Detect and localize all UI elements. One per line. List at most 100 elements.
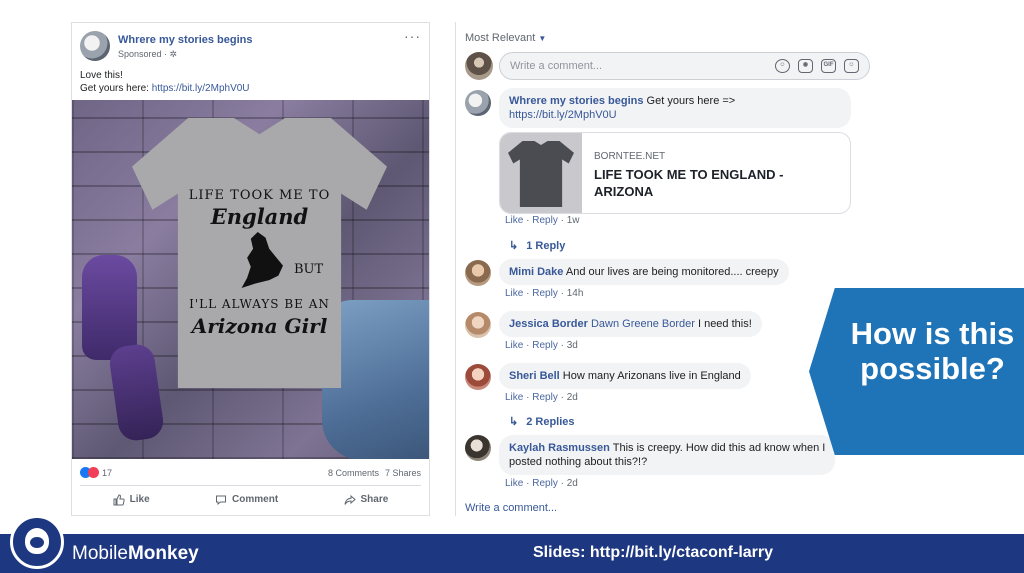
comment-bubble: Jessica Border Dawn Greene Border I need… <box>499 311 762 337</box>
page-name[interactable]: Whrere my stories begins <box>118 34 253 46</box>
like-label: Like <box>129 494 150 505</box>
comment-reply-link[interactable]: Reply <box>532 340 558 351</box>
comment-input-placeholder[interactable]: Write a comment... <box>510 60 602 72</box>
comment-time: 3d <box>566 340 578 351</box>
engagement-counts: 8 Comments 7 Shares <box>328 468 421 478</box>
comment-time: 2d <box>566 392 578 403</box>
link-preview-card[interactable]: BORNTEE.NET LIFE TOOK ME TO ENGLAND - AR… <box>499 132 851 214</box>
commenter-avatar[interactable] <box>465 90 491 116</box>
callout-arrow: How is this possible? <box>809 288 1024 455</box>
view-replies-link[interactable]: ↳ 1 Reply <box>509 239 565 252</box>
comment-like-link[interactable]: Like <box>505 215 523 226</box>
sneaker-image <box>107 342 166 443</box>
like-button[interactable]: Like <box>113 493 150 506</box>
reaction-count: 17 <box>102 467 113 478</box>
camera-icon[interactable]: ◉ <box>798 59 813 73</box>
comment-reply-link[interactable]: Reply <box>532 392 558 403</box>
post-header: Whrere my stories begins Sponsored · ✲ ·… <box>80 29 421 63</box>
comment-text: And our lives are being monitored.... cr… <box>563 266 779 278</box>
comment-like-link[interactable]: Like <box>505 478 523 489</box>
comment-meta: Like · Reply · 2d <box>505 478 578 489</box>
comment-reply-link[interactable]: Reply <box>532 478 558 489</box>
slide: Whrere my stories begins Sponsored · ✲ ·… <box>0 0 1024 573</box>
commenter-avatar[interactable] <box>465 364 491 390</box>
comment-composer[interactable]: Write a comment... ☺ ◉ GIF ☺ <box>499 52 870 80</box>
comment-author[interactable]: Mimi Dake <box>509 266 563 278</box>
comment-like-link[interactable]: Like <box>505 288 523 299</box>
comment-mention[interactable]: Dawn Greene Border <box>591 318 695 330</box>
callout-text: How is this possible? <box>850 316 1015 386</box>
comments-count[interactable]: 8 Comments <box>328 468 379 478</box>
post-text-prefix: Get yours here: <box>80 83 152 94</box>
brand-bold: Monkey <box>127 543 199 564</box>
comment-bubble: Sheri Bell How many Arizonans live in En… <box>499 363 751 389</box>
commenter-avatar[interactable] <box>465 435 491 461</box>
comment-author[interactable]: Sheri Bell <box>509 370 560 382</box>
emoji-icon[interactable]: ☺ <box>775 59 790 73</box>
comments-panel: Most Relevant ▼ Write a comment... ☺ ◉ GI… <box>465 22 875 522</box>
comment-text: Get yours here => <box>643 95 736 107</box>
mobilemonkey-logo-icon <box>10 515 64 569</box>
shirt-text: BUT <box>294 262 324 277</box>
sticker-icon[interactable]: ☺ <box>844 59 859 73</box>
comment-sort-dropdown[interactable]: Most Relevant ▼ <box>465 32 546 44</box>
commenter-avatar[interactable] <box>465 312 491 338</box>
composer-icons: ☺ ◉ GIF ☺ <box>775 59 859 73</box>
comment-author[interactable]: Kaylah Rasmussen <box>509 442 610 454</box>
comment-text: I need this! <box>694 318 752 330</box>
link-title: LIFE TOOK ME TO ENGLAND - ARIZONA <box>594 167 784 199</box>
share-icon <box>344 494 356 505</box>
comment-meta: Like · Reply · 3d <box>505 340 578 351</box>
shirt-text: LIFE TOOK ME TO <box>188 188 331 203</box>
sneaker-image <box>82 255 137 360</box>
write-comment-link[interactable]: Write a comment... <box>465 502 557 514</box>
comment-author[interactable]: Jessica Border <box>509 318 588 330</box>
reply-arrow-icon: ↳ <box>509 240 519 252</box>
comment-link[interactable]: https://bit.ly/2MphV0U <box>509 109 617 121</box>
link-thumbnail <box>500 133 582 213</box>
comment-reply-link[interactable]: Reply <box>532 288 558 299</box>
gif-icon[interactable]: GIF <box>821 59 836 73</box>
reply-arrow-icon: ↳ <box>509 416 519 428</box>
sponsored-post: Whrere my stories begins Sponsored · ✲ ·… <box>71 22 430 516</box>
sort-label: Most Relevant <box>465 32 536 44</box>
comment-time: 2d <box>566 478 578 489</box>
share-label: Share <box>360 494 389 505</box>
commenter-avatar[interactable] <box>465 260 491 286</box>
shirt-text: Arizona Girl <box>191 314 328 338</box>
tshirt-image <box>508 141 574 207</box>
comment-text: posted nothing about this?!? <box>509 456 648 468</box>
comment-text: How many Arizonans live in England <box>559 370 741 382</box>
post-link[interactable]: https://bit.ly/2MphV0U <box>152 83 250 94</box>
comment-like-link[interactable]: Like <box>505 340 523 351</box>
page-avatar[interactable] <box>80 31 110 61</box>
comment-reply-link[interactable]: Reply <box>532 215 558 226</box>
post-image[interactable]: LIFE TOOK ME TO England BUT I'LL ALWAYS … <box>72 100 429 459</box>
comment-bubble: Mimi Dake And our lives are being monito… <box>499 259 789 285</box>
monkey-face-icon <box>25 528 49 554</box>
slides-link[interactable]: Slides: http://bit.ly/ctaconf-larry <box>533 544 773 562</box>
comment-bubble: Kaylah Rasmussen This is creepy. How did… <box>499 435 836 475</box>
sponsored-label: Sponsored · ✲ <box>118 49 178 59</box>
reactions-summary[interactable]: 17 <box>80 467 113 479</box>
comment-time: 1w <box>566 215 580 226</box>
comment-like-link[interactable]: Like <box>505 392 523 403</box>
love-reaction-icon <box>88 467 99 479</box>
shirt-text: I'LL ALWAYS BE AN <box>189 297 330 311</box>
comment-text: This is creepy. How did this ad know whe… <box>609 442 826 454</box>
replies-count: 2 Replies <box>526 416 575 428</box>
comment-meta: Like · Reply · 14h <box>505 288 584 299</box>
view-replies-link[interactable]: ↳ 2 Replies <box>509 415 575 428</box>
comment-meta: Like · Reply · 2d <box>505 392 578 403</box>
share-button[interactable]: Share <box>344 494 389 506</box>
comment-author[interactable]: Whrere my stories begins <box>509 95 644 107</box>
shirt-text: England <box>210 204 309 229</box>
post-action-bar: Like Comment Share <box>80 485 421 513</box>
brand-name: MobileMonkey <box>72 543 199 565</box>
comment-meta: Like · Reply · 1w <box>505 215 580 226</box>
post-text: Love this! Get yours here: https://bit.l… <box>80 69 250 95</box>
comment-button[interactable]: Comment <box>215 494 278 506</box>
more-options-icon[interactable]: ··· <box>404 29 421 43</box>
shares-count[interactable]: 7 Shares <box>385 468 421 478</box>
comment-label: Comment <box>232 494 279 505</box>
